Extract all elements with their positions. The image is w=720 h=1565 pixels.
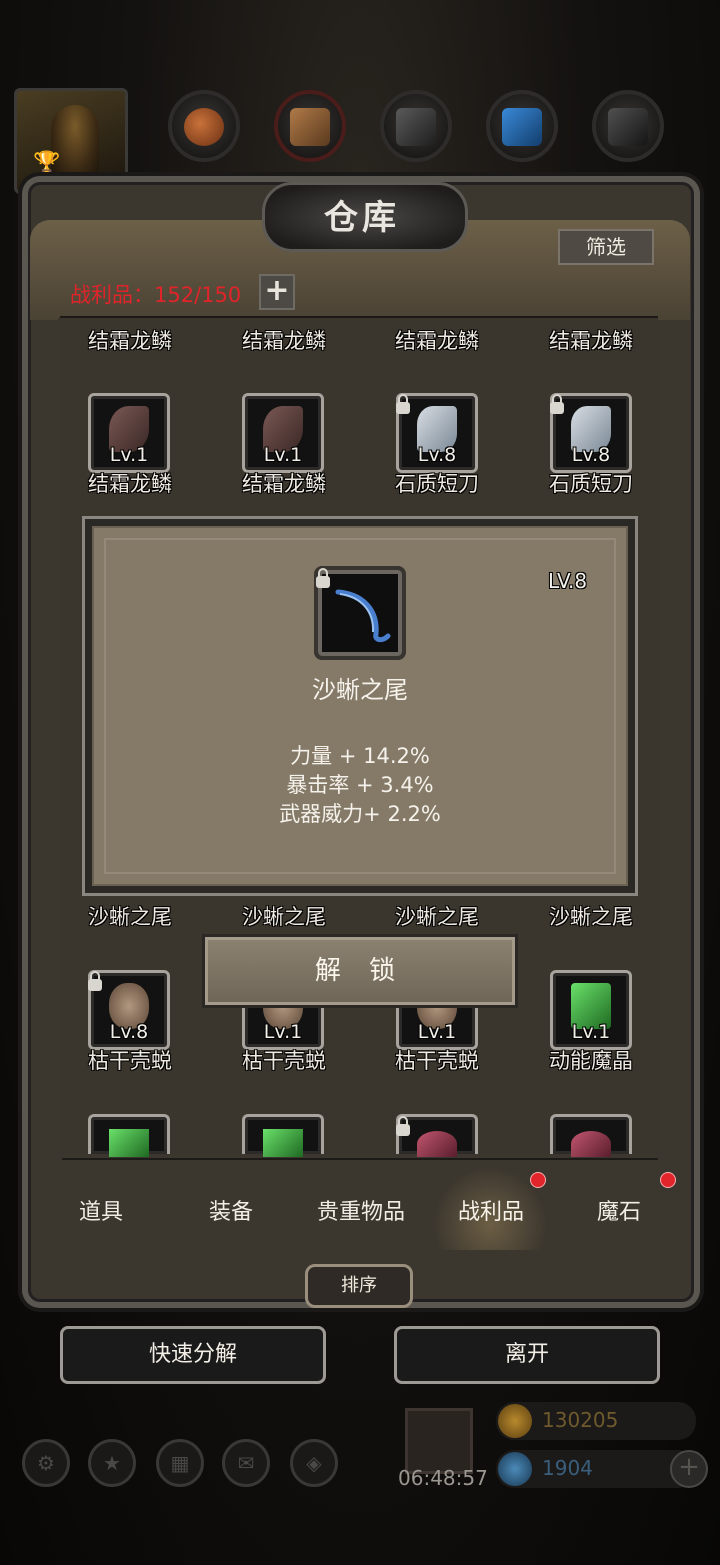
shop-icon[interactable]: ◈: [290, 1439, 338, 1487]
item-level: Lv.8: [109, 1021, 149, 1043]
item-label: 结霜龙鳞: [242, 329, 326, 353]
tab-items[interactable]: 道具: [36, 1194, 166, 1226]
lock-icon: [88, 971, 102, 991]
guild-icon[interactable]: ▦: [156, 1439, 204, 1487]
item-level: Lv.1: [417, 1021, 457, 1043]
divider: [60, 316, 658, 318]
item-label: 枯干壳蜕: [395, 1049, 479, 1073]
mail-icon[interactable]: ✉: [222, 1439, 270, 1487]
lock-icon: [550, 394, 564, 414]
sand-lizard-tail-icon: [335, 589, 391, 643]
item-slot[interactable]: Lv.1: [242, 393, 324, 473]
loot-count: 战利品：152/150: [70, 283, 242, 307]
item-label: 石质短刀: [395, 472, 479, 496]
red-item-icon: [417, 1131, 457, 1157]
item-level: Lv.8: [417, 444, 457, 466]
item-label: 石质短刀: [549, 472, 633, 496]
item-level: Lv.1: [109, 444, 149, 466]
lock-icon: [396, 394, 410, 414]
tab-valuables[interactable]: 贵重物品: [296, 1194, 426, 1226]
star-icon[interactable]: ★: [88, 1439, 136, 1487]
wood-icon[interactable]: [274, 90, 346, 162]
gold-coin-icon: [498, 1404, 532, 1438]
sort-button[interactable]: 排序: [305, 1264, 413, 1308]
panel-title: 仓库: [324, 198, 400, 238]
stat-strength: 力量 + 14.2%: [290, 744, 430, 768]
leave-button[interactable]: 离开: [394, 1326, 660, 1384]
quick-decompose-button[interactable]: 快速分解: [60, 1326, 326, 1384]
kinetic-crystal-icon: [263, 1129, 303, 1157]
item-label: 沙蜥之尾: [395, 905, 479, 929]
item-slot[interactable]: Lv.1: [550, 970, 632, 1050]
item-label: 沙蜥之尾: [242, 905, 326, 929]
meat-icon[interactable]: [168, 90, 240, 162]
red-item-icon: [571, 1131, 611, 1157]
item-label: 沙蜥之尾: [88, 905, 172, 929]
item-slot[interactable]: [242, 1114, 324, 1157]
ore-icon[interactable]: [592, 90, 664, 162]
tab-magic-stones[interactable]: 魔石: [554, 1194, 684, 1226]
tabs-divider: [62, 1158, 658, 1160]
crystal-icon[interactable]: [486, 90, 558, 162]
item-label: 枯干壳蜕: [88, 1049, 172, 1073]
trophy-icon: 🏆: [33, 151, 61, 176]
tab-loot[interactable]: 战利品: [426, 1194, 556, 1226]
notification-badge: [530, 1172, 546, 1188]
add-currency-button[interactable]: +: [670, 1450, 708, 1488]
gift-chest-icon[interactable]: [405, 1408, 473, 1474]
tab-equipment[interactable]: 装备: [166, 1194, 296, 1226]
item-level: Lv.1: [571, 1021, 611, 1043]
settings-icon[interactable]: ⚙: [22, 1439, 70, 1487]
lock-icon: [316, 568, 330, 588]
expand-capacity-button[interactable]: +: [259, 274, 295, 310]
item-slot[interactable]: Lv.1: [88, 393, 170, 473]
countdown-timer: 06:48:57: [398, 1466, 488, 1490]
item-label: 结霜龙鳞: [88, 472, 172, 496]
item-slot[interactable]: [88, 1114, 170, 1157]
tooltip-level: LV.8: [548, 569, 588, 593]
gem-amount: 1904: [542, 1456, 593, 1480]
gold-amount: 130205: [542, 1408, 619, 1432]
item-level: Lv.1: [263, 444, 303, 466]
iron-icon[interactable]: [380, 90, 452, 162]
stat-weapon-power: 武器威力+ 2.2%: [279, 802, 441, 826]
item-slot[interactable]: [550, 1114, 632, 1157]
item-label: 结霜龙鳞: [549, 329, 633, 353]
filter-button[interactable]: 筛选: [558, 229, 654, 265]
item-label: 动能魔晶: [549, 1049, 633, 1073]
item-label: 沙蜥之尾: [549, 905, 633, 929]
gem-icon: [498, 1452, 532, 1486]
item-label: 结霜龙鳞: [395, 329, 479, 353]
tooltip-item-name: 沙蜥之尾: [312, 676, 408, 704]
item-level: Lv.8: [571, 444, 611, 466]
unlock-button[interactable]: 解 锁: [202, 934, 518, 1008]
lock-icon: [396, 1116, 410, 1136]
stat-crit-rate: 暴击率 + 3.4%: [286, 773, 434, 797]
item-label: 枯干壳蜕: [242, 1049, 326, 1073]
item-label: 结霜龙鳞: [88, 329, 172, 353]
kinetic-crystal-icon: [109, 1129, 149, 1157]
item-label: 结霜龙鳞: [242, 472, 326, 496]
item-level: Lv.1: [263, 1021, 303, 1043]
notification-badge: [660, 1172, 676, 1188]
